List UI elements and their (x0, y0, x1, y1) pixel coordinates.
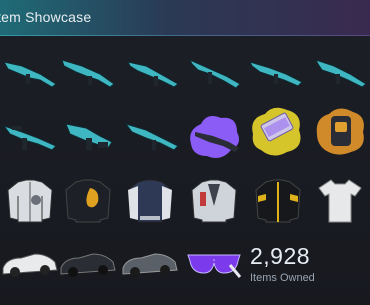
car-black-icon (60, 253, 116, 277)
item-slot[interactable] (184, 170, 244, 230)
item-slot[interactable] (0, 106, 60, 166)
item-slot[interactable] (122, 106, 182, 166)
rifle-teal-icon (61, 59, 115, 88)
car-white-icon (2, 253, 58, 277)
item-slot[interactable] (58, 106, 118, 166)
jacket-white-icon (7, 179, 53, 223)
item-slot[interactable] (310, 42, 370, 102)
item-slot[interactable] (120, 170, 180, 230)
item-slot[interactable] (58, 170, 118, 230)
item-slot[interactable] (0, 170, 60, 230)
item-slot[interactable] (184, 234, 244, 294)
showcase-header: Item Showcase (0, 0, 370, 36)
item-slot[interactable] (0, 234, 60, 294)
item-slot[interactable] (310, 102, 370, 162)
items-owned-label: Items Owned (250, 272, 315, 284)
backpack-orange-splash-icon (316, 108, 364, 155)
item-slot[interactable] (246, 102, 306, 162)
jacket-black-gold-icon (65, 179, 111, 223)
item-slot[interactable] (58, 42, 118, 102)
car-grey-icon (122, 253, 178, 277)
item-slot[interactable] (0, 42, 60, 102)
item-slot[interactable] (310, 170, 370, 230)
rifle-teal-icon (127, 61, 179, 88)
rifle-teal-icon (124, 123, 179, 151)
jacket-black-yellow-icon (255, 179, 301, 223)
item-slot[interactable] (58, 234, 118, 294)
items-owned-count: 2,928 (250, 243, 311, 269)
rifle-teal-icon (315, 59, 367, 88)
item-slot[interactable] (184, 42, 244, 102)
item-slot[interactable] (246, 42, 306, 102)
item-slot[interactable] (184, 106, 244, 166)
item-showcase-panel: Item Showcase 2,928 Items Owned (0, 0, 370, 305)
rifle-teal-icon (2, 125, 57, 151)
jacket-varsity-icon (127, 179, 173, 223)
item-slot[interactable] (248, 170, 308, 230)
items-owned-stat: 2,928 Items Owned (250, 243, 315, 284)
tshirt-white-icon (318, 179, 362, 223)
item-slot[interactable] (122, 42, 182, 102)
jacket-grey-icon (191, 179, 237, 223)
rifle-teal-icon (3, 61, 57, 88)
sunglasses-purple-icon (187, 254, 242, 278)
item-slot[interactable] (120, 234, 180, 294)
smg-teal-icon (65, 123, 113, 150)
rifle-purple-splash-icon (190, 116, 239, 158)
rifle-teal-icon (188, 58, 241, 89)
item-grid: 2,928 Items Owned (0, 36, 370, 305)
showcase-title: Item Showcase (0, 9, 92, 25)
rifle-teal-icon (249, 61, 303, 87)
crate-yellow-splash-icon (252, 107, 301, 156)
